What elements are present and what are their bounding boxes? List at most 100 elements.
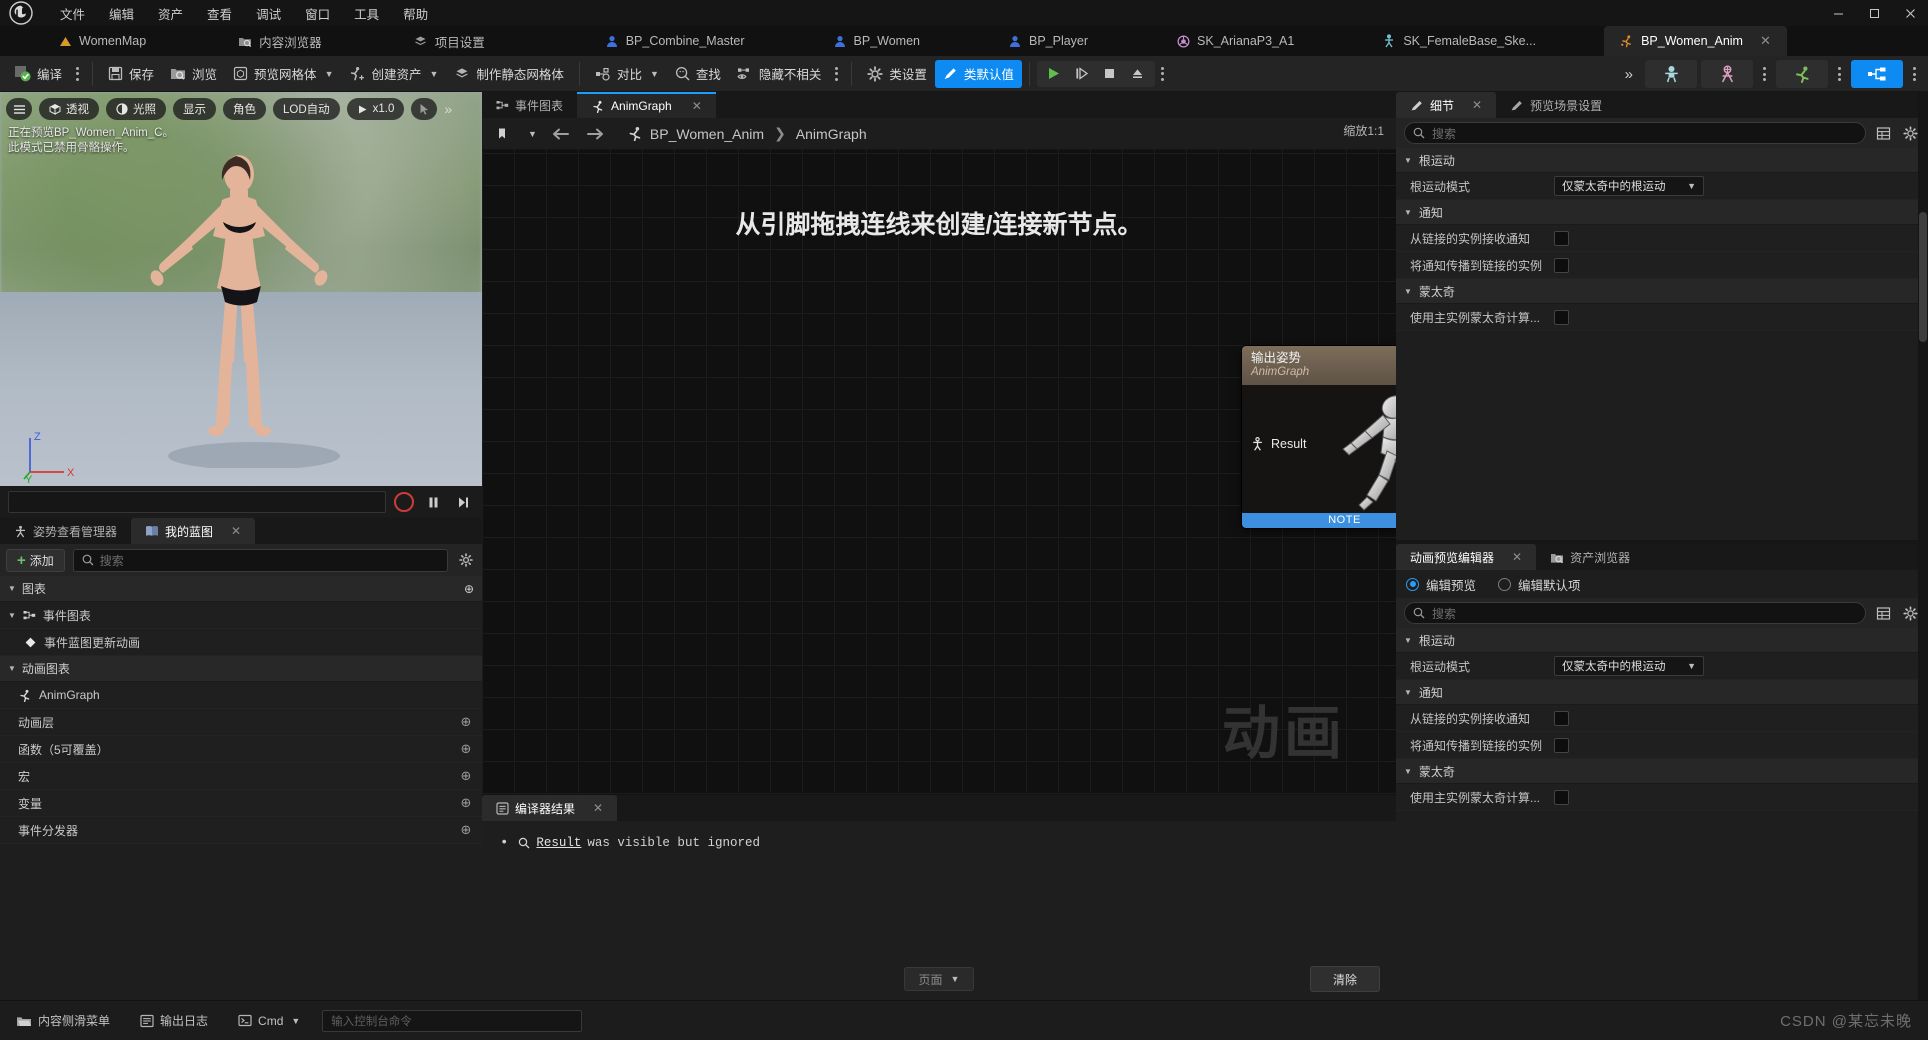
viewport-show-button[interactable]: 显示 bbox=[173, 98, 216, 120]
clear-button[interactable]: 清除 bbox=[1309, 966, 1380, 992]
viewport-menu-button[interactable] bbox=[6, 98, 32, 120]
node-result-pin[interactable]: Result bbox=[1251, 437, 1306, 451]
category-montage[interactable]: ▼ 蒙太奇 bbox=[1396, 759, 1928, 784]
add-anim-layer-icon[interactable]: ⊕ bbox=[458, 714, 474, 730]
page-selector-button[interactable]: 页面 ▼ bbox=[903, 967, 975, 991]
radio-edit-defaults[interactable]: 编辑默认项 bbox=[1498, 575, 1581, 594]
tree-section-anim-graphs[interactable]: ▼ 动画图表 bbox=[0, 656, 482, 682]
tree-group-event-graph[interactable]: ▼ 事件图表 bbox=[0, 602, 482, 629]
play-button[interactable] bbox=[1040, 61, 1068, 87]
settings-gear-icon[interactable] bbox=[1900, 603, 1920, 623]
browse-button[interactable]: 浏览 bbox=[162, 60, 225, 88]
output-pose-node[interactable]: 输出姿势 AnimGraph Result NOTE bbox=[1242, 346, 1396, 528]
tab-asset-browser[interactable]: 资产浏览器 bbox=[1536, 544, 1644, 570]
menu-item-tools[interactable]: 工具 bbox=[342, 0, 391, 27]
graph-canvas[interactable]: 从引脚拖拽连线来创建/连接新节点。 动画 输出姿势 AnimGraph Resu… bbox=[482, 150, 1396, 794]
minimize-icon[interactable] bbox=[1820, 0, 1856, 26]
settings-gear-icon[interactable] bbox=[1900, 123, 1920, 143]
checkbox[interactable] bbox=[1554, 257, 1569, 273]
menu-item-debug[interactable]: 调试 bbox=[244, 0, 293, 27]
viewport-character-button[interactable]: 角色 bbox=[223, 98, 266, 120]
console-command-input[interactable]: 输入控制台命令 bbox=[322, 1009, 583, 1032]
right-edge-scrollbar[interactable] bbox=[1918, 92, 1928, 1000]
tab-details[interactable]: 细节 ✕ bbox=[1396, 92, 1497, 118]
class-settings-button[interactable]: 类设置 bbox=[859, 60, 935, 88]
tab-bp-women[interactable]: BP_Women bbox=[817, 26, 936, 56]
menu-item-window[interactable]: 窗口 bbox=[293, 0, 342, 27]
table-view-icon[interactable] bbox=[1873, 123, 1893, 143]
my-blueprint-search-input[interactable]: 搜索 bbox=[72, 548, 448, 572]
tree-item-animgraph[interactable]: AnimGraph bbox=[0, 682, 482, 709]
content-drawer-button[interactable]: 内容侧滑菜单 bbox=[8, 1008, 118, 1033]
compiler-message-row[interactable]: • Result was visible but ignored bbox=[500, 835, 1378, 851]
checkbox[interactable] bbox=[1554, 710, 1569, 726]
bookmark-button[interactable] bbox=[490, 123, 516, 145]
tab-bp-combine-master[interactable]: BP_Combine_Master bbox=[589, 26, 761, 56]
mode-button-animation[interactable] bbox=[1776, 60, 1828, 88]
close-icon[interactable]: ✕ bbox=[1472, 98, 1482, 112]
make-static-mesh-button[interactable]: 制作静态网格体 bbox=[446, 60, 572, 88]
hide-unrelated-button[interactable]: 隐藏不相关 bbox=[729, 60, 830, 88]
tree-row-functions[interactable]: 函数（5可覆盖） ⊕ bbox=[0, 736, 482, 763]
hide-unrelated-kebab[interactable] bbox=[829, 60, 844, 88]
navigate-back-button[interactable] bbox=[547, 123, 573, 145]
play-options-kebab[interactable] bbox=[1155, 60, 1170, 88]
viewport-scrubber[interactable] bbox=[8, 491, 386, 513]
radio-edit-preview[interactable]: 编辑预览 bbox=[1406, 575, 1476, 594]
tab-animgraph[interactable]: AnimGraph ✕ bbox=[577, 92, 716, 118]
checkbox[interactable] bbox=[1554, 789, 1569, 805]
checkbox[interactable] bbox=[1554, 309, 1569, 325]
breadcrumb-current[interactable]: AnimGraph bbox=[796, 126, 867, 142]
viewport-perspective-button[interactable]: 透视 bbox=[39, 98, 99, 120]
add-variable-icon[interactable]: ⊕ bbox=[458, 795, 474, 811]
tab-bp-player[interactable]: BP_Player bbox=[992, 26, 1104, 56]
save-button[interactable]: 保存 bbox=[100, 60, 162, 88]
add-graph-icon[interactable]: ⊕ bbox=[464, 582, 474, 596]
close-icon[interactable]: ✕ bbox=[1512, 550, 1522, 564]
unreal-logo-icon[interactable] bbox=[0, 0, 42, 26]
tree-row-event-dispatchers[interactable]: 事件分发器 ⊕ bbox=[0, 817, 482, 844]
mode-button-graph[interactable] bbox=[1851, 60, 1903, 88]
viewport-playrate-button[interactable]: x1.0 bbox=[346, 98, 405, 120]
cmd-selector-button[interactable]: Cmd ▼ bbox=[230, 1010, 308, 1032]
category-notifies[interactable]: ▼ 通知 bbox=[1396, 200, 1928, 225]
step-forward-icon[interactable] bbox=[452, 491, 474, 513]
tree-row-anim-layers[interactable]: 动画层 ⊕ bbox=[0, 709, 482, 736]
scrollbar-thumb[interactable] bbox=[1919, 212, 1927, 342]
tab-compiler-results[interactable]: 编译器结果 ✕ bbox=[482, 795, 618, 821]
add-macro-icon[interactable]: ⊕ bbox=[458, 768, 474, 784]
diff-button[interactable]: 对比 ▼ bbox=[587, 60, 667, 88]
tab-bp-women-anim[interactable]: BP_Women_Anim ✕ bbox=[1604, 26, 1787, 56]
close-icon[interactable]: ✕ bbox=[692, 99, 702, 113]
maximize-icon[interactable] bbox=[1856, 0, 1892, 26]
category-root-motion[interactable]: ▼ 根运动 bbox=[1396, 628, 1928, 653]
compile-button[interactable]: 编译 bbox=[6, 60, 70, 88]
details-search-input[interactable]: 搜索 bbox=[1404, 122, 1866, 144]
tab-my-blueprint[interactable]: 我的蓝图 ✕ bbox=[131, 518, 256, 544]
animation-mode-kebab[interactable] bbox=[1832, 60, 1847, 88]
root-motion-mode-dropdown[interactable]: 仅蒙太奇中的根运动 ▼ bbox=[1554, 656, 1704, 676]
pause-icon[interactable] bbox=[422, 491, 444, 513]
tab-anim-preview-editor[interactable]: 动画预览编辑器 ✕ bbox=[1396, 544, 1537, 570]
compiler-message-link[interactable]: Result bbox=[536, 836, 581, 850]
compile-options-kebab[interactable] bbox=[70, 60, 85, 88]
tree-row-variables[interactable]: 变量 ⊕ bbox=[0, 790, 482, 817]
tab-preview-scene-settings[interactable]: 预览场景设置 bbox=[1496, 92, 1616, 118]
viewport-lod-button[interactable]: LOD自动 bbox=[273, 98, 340, 120]
viewport-overflow-icon[interactable]: » bbox=[444, 101, 452, 117]
my-blueprint-settings-gear-icon[interactable] bbox=[456, 550, 476, 570]
tab-womenmap[interactable]: WomenMap bbox=[42, 26, 162, 56]
close-icon[interactable]: ✕ bbox=[593, 801, 603, 815]
navigate-forward-button[interactable] bbox=[583, 123, 609, 145]
chevron-down-icon[interactable]: ▼ bbox=[528, 129, 537, 139]
add-button[interactable]: + 添加 bbox=[6, 548, 65, 572]
viewport-cursor-button[interactable] bbox=[411, 98, 438, 120]
checkbox[interactable] bbox=[1554, 737, 1569, 753]
add-function-icon[interactable]: ⊕ bbox=[458, 741, 474, 757]
toolbar-overflow-icon[interactable]: » bbox=[1617, 66, 1641, 83]
eject-button[interactable] bbox=[1124, 61, 1152, 87]
close-icon[interactable] bbox=[1892, 0, 1928, 26]
stop-button[interactable] bbox=[1096, 61, 1124, 87]
viewport-lighting-button[interactable]: 光照 bbox=[106, 98, 166, 120]
menu-item-help[interactable]: 帮助 bbox=[391, 0, 440, 27]
